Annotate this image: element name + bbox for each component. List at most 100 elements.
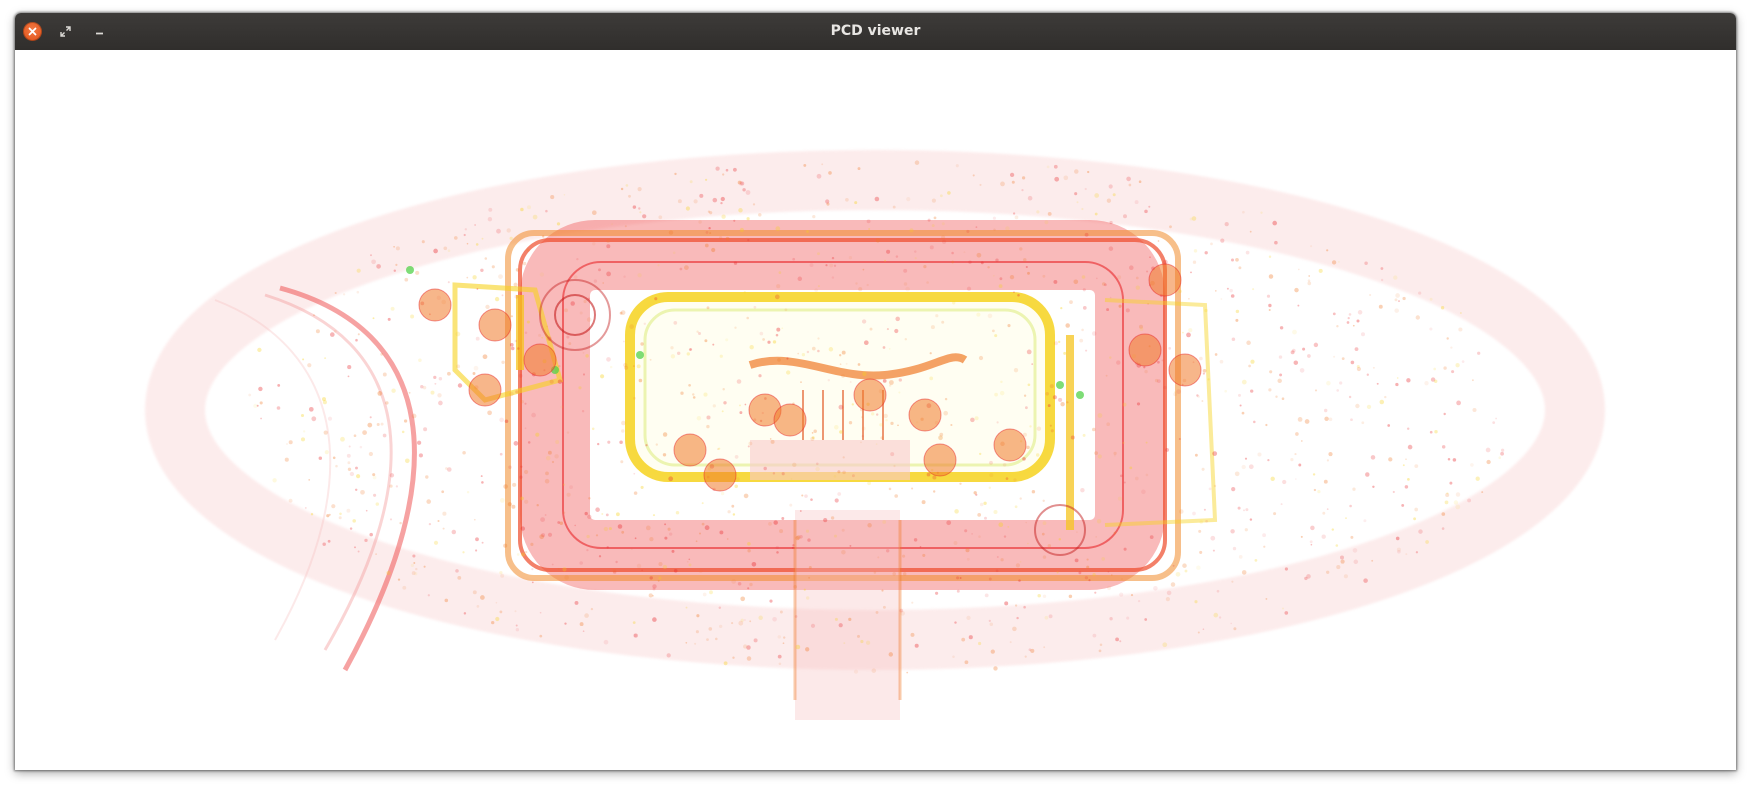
scan-point bbox=[954, 621, 957, 624]
point-cloud-viewport[interactable] bbox=[15, 50, 1736, 770]
scan-point bbox=[743, 291, 746, 294]
scan-point bbox=[1205, 519, 1208, 523]
scan-point bbox=[1196, 394, 1199, 397]
scan-point bbox=[395, 263, 398, 266]
scan-point bbox=[473, 365, 479, 371]
scan-point bbox=[933, 490, 936, 493]
scan-point bbox=[504, 419, 509, 423]
scan-point bbox=[359, 445, 363, 449]
scan-point bbox=[772, 617, 777, 622]
scan-point bbox=[1352, 324, 1355, 327]
point-cloud-canvas[interactable] bbox=[15, 50, 1736, 770]
scan-point bbox=[1092, 427, 1096, 432]
scan-point bbox=[978, 355, 984, 361]
scan-point bbox=[1105, 374, 1108, 377]
scan-point bbox=[1314, 389, 1318, 392]
scan-point bbox=[1047, 211, 1052, 216]
scan-point bbox=[1273, 512, 1277, 516]
scan-point bbox=[554, 454, 559, 459]
scan-point bbox=[1355, 403, 1360, 409]
scan-point bbox=[506, 228, 511, 233]
scan-point bbox=[1297, 417, 1303, 422]
scan-point bbox=[1231, 337, 1236, 341]
scan-point bbox=[573, 275, 578, 279]
scan-point bbox=[736, 379, 742, 384]
scan-point bbox=[1106, 308, 1110, 312]
scan-point bbox=[994, 392, 998, 397]
title-bar[interactable]: PCD viewer bbox=[15, 13, 1736, 50]
scan-point bbox=[1424, 381, 1429, 386]
scan-point bbox=[1248, 364, 1251, 368]
scan-point bbox=[781, 517, 785, 520]
scan-point bbox=[869, 327, 873, 331]
scan-point bbox=[1260, 211, 1263, 214]
scan-point bbox=[1044, 615, 1049, 620]
scan-point bbox=[753, 305, 757, 309]
scan-point bbox=[605, 513, 609, 517]
scan-point bbox=[503, 484, 508, 489]
scan-point bbox=[1047, 404, 1051, 408]
scan-point bbox=[566, 335, 570, 339]
scan-point bbox=[674, 172, 677, 176]
scan-point bbox=[941, 239, 947, 245]
scan-point bbox=[602, 282, 605, 284]
scan-point bbox=[738, 620, 744, 626]
scan-point bbox=[288, 440, 293, 445]
scan-point bbox=[560, 405, 564, 409]
scan-point bbox=[393, 245, 395, 248]
scan-point bbox=[699, 193, 704, 198]
scan-point bbox=[715, 166, 720, 171]
scan-point bbox=[931, 198, 936, 203]
scan-point bbox=[584, 613, 589, 618]
scan-point bbox=[1118, 304, 1122, 308]
scan-point bbox=[1254, 559, 1258, 562]
scan-point bbox=[980, 261, 984, 265]
scan-point bbox=[624, 225, 627, 228]
scan-point bbox=[1354, 347, 1359, 351]
scan-point bbox=[843, 642, 846, 644]
scan-point bbox=[579, 622, 584, 627]
scan-point bbox=[666, 653, 671, 658]
scan-point bbox=[545, 471, 549, 476]
scan-point bbox=[338, 516, 342, 520]
scan-point bbox=[857, 167, 861, 171]
scan-point bbox=[1310, 245, 1313, 248]
scan-point bbox=[684, 265, 689, 270]
scan-point bbox=[1094, 591, 1097, 594]
scan-point bbox=[583, 299, 587, 304]
scan-point bbox=[1145, 441, 1148, 444]
scan-point bbox=[324, 357, 327, 360]
scan-point bbox=[329, 332, 335, 337]
scan-point bbox=[324, 450, 329, 455]
scan-point bbox=[892, 572, 896, 576]
scan-point bbox=[1058, 340, 1061, 344]
scan-point bbox=[701, 522, 705, 526]
scan-point bbox=[680, 391, 684, 395]
scan-point bbox=[1231, 580, 1234, 583]
scan-point bbox=[1153, 586, 1158, 591]
scan-point bbox=[302, 358, 305, 361]
scan-point bbox=[519, 475, 523, 479]
scan-point bbox=[286, 443, 288, 445]
scan-point bbox=[692, 393, 695, 396]
scan-point bbox=[792, 257, 796, 261]
scan-point bbox=[808, 576, 811, 579]
scan-point bbox=[1470, 463, 1474, 467]
scan-point bbox=[1042, 521, 1047, 525]
scan-point bbox=[1360, 332, 1366, 337]
scan-point bbox=[772, 472, 776, 475]
scan-point bbox=[481, 237, 484, 240]
scan-point bbox=[1279, 326, 1284, 330]
scan-point bbox=[380, 422, 384, 426]
scan-point bbox=[598, 555, 602, 558]
scan-point bbox=[1472, 407, 1477, 413]
scan-point bbox=[620, 460, 624, 464]
scan-point bbox=[1281, 607, 1285, 610]
scan-point bbox=[816, 462, 819, 466]
scan-point bbox=[1310, 543, 1313, 546]
scan-point bbox=[639, 211, 642, 214]
scan-point bbox=[1290, 458, 1294, 462]
scan-point bbox=[386, 570, 391, 576]
tree-cluster bbox=[703, 458, 737, 492]
scan-point bbox=[539, 272, 545, 277]
